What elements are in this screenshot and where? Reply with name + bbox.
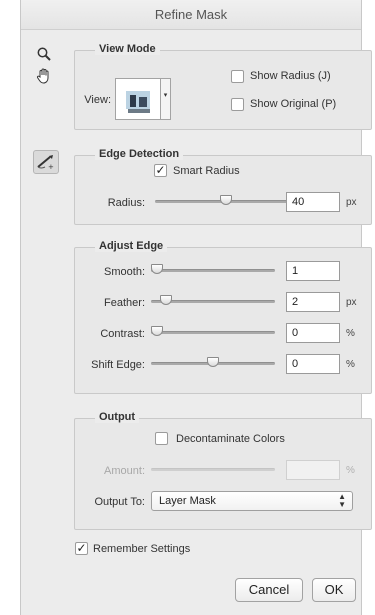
remember-settings-checkbox[interactable]: ✓	[75, 542, 88, 555]
smart-radius-label: Smart Radius	[173, 165, 240, 177]
contrast-slider-track[interactable]	[151, 331, 275, 334]
smart-radius-checkbox[interactable]: ✓	[154, 164, 167, 177]
show-radius-label: Show Radius (J)	[250, 70, 331, 82]
amount-label: Amount:	[104, 465, 145, 477]
zoom-tool[interactable]	[34, 44, 54, 64]
refine-radius-tool[interactable]: +	[33, 150, 59, 174]
radius-unit: px	[346, 197, 357, 208]
cancel-button[interactable]: Cancel	[235, 578, 303, 602]
show-original-label: Show Original (P)	[250, 98, 337, 110]
shift-edge-input[interactable]: 0	[286, 354, 340, 374]
view-label: View:	[84, 94, 111, 106]
refine-radius-brush-icon: +	[37, 155, 54, 170]
output-title: Output	[95, 411, 140, 423]
smooth-slider-track[interactable]	[151, 269, 275, 272]
view-mode-title: View Mode	[95, 43, 160, 55]
edge-detection-title: Edge Detection	[95, 148, 184, 160]
smooth-input[interactable]: 1	[286, 261, 340, 281]
smooth-label: Smooth:	[104, 266, 145, 278]
hand-icon	[36, 68, 49, 84]
radius-label: Radius:	[107, 197, 145, 209]
remember-settings-label: Remember Settings	[93, 543, 191, 555]
select-arrows-icon: ▲ ▼	[338, 492, 346, 509]
magnifier-icon	[37, 47, 51, 61]
shift-edge-unit: %	[346, 359, 355, 370]
feather-unit: px	[346, 297, 357, 308]
ok-button[interactable]: OK	[312, 578, 356, 602]
hand-tool[interactable]	[34, 66, 54, 86]
adjust-edge-title: Adjust Edge	[95, 240, 168, 252]
contrast-label: Contrast:	[100, 328, 145, 340]
dialog-title: Refine Mask	[21, 0, 361, 30]
show-radius-checkbox[interactable]	[231, 70, 244, 83]
view-mode-thumbnail[interactable]	[115, 78, 161, 120]
refine-mask-dialog: Refine Mask + View Mode View: ▾ Show Rad…	[20, 0, 372, 615]
show-original-checkbox[interactable]	[231, 98, 244, 111]
output-to-select[interactable]: Layer Mask ▲ ▼	[151, 491, 353, 511]
amount-unit: %	[346, 465, 355, 476]
output-to-value: Layer Mask	[159, 495, 216, 507]
contrast-unit: %	[346, 328, 355, 339]
decontaminate-colors-label: Decontaminate Colors	[176, 433, 285, 445]
amount-slider-track	[151, 468, 275, 471]
contrast-input[interactable]: 0	[286, 323, 340, 343]
view-thumbnail-image-icon	[116, 79, 160, 119]
feather-label: Feather:	[104, 297, 145, 309]
radius-input[interactable]: 40	[286, 192, 340, 212]
decontaminate-colors-checkbox[interactable]	[155, 432, 168, 445]
view-mode-dropdown-arrow[interactable]: ▾	[161, 78, 171, 120]
svg-text:+: +	[48, 163, 54, 170]
output-to-label: Output To:	[94, 496, 145, 508]
feather-input[interactable]: 2	[286, 292, 340, 312]
shift-edge-label: Shift Edge:	[91, 359, 145, 371]
amount-input	[286, 460, 340, 480]
